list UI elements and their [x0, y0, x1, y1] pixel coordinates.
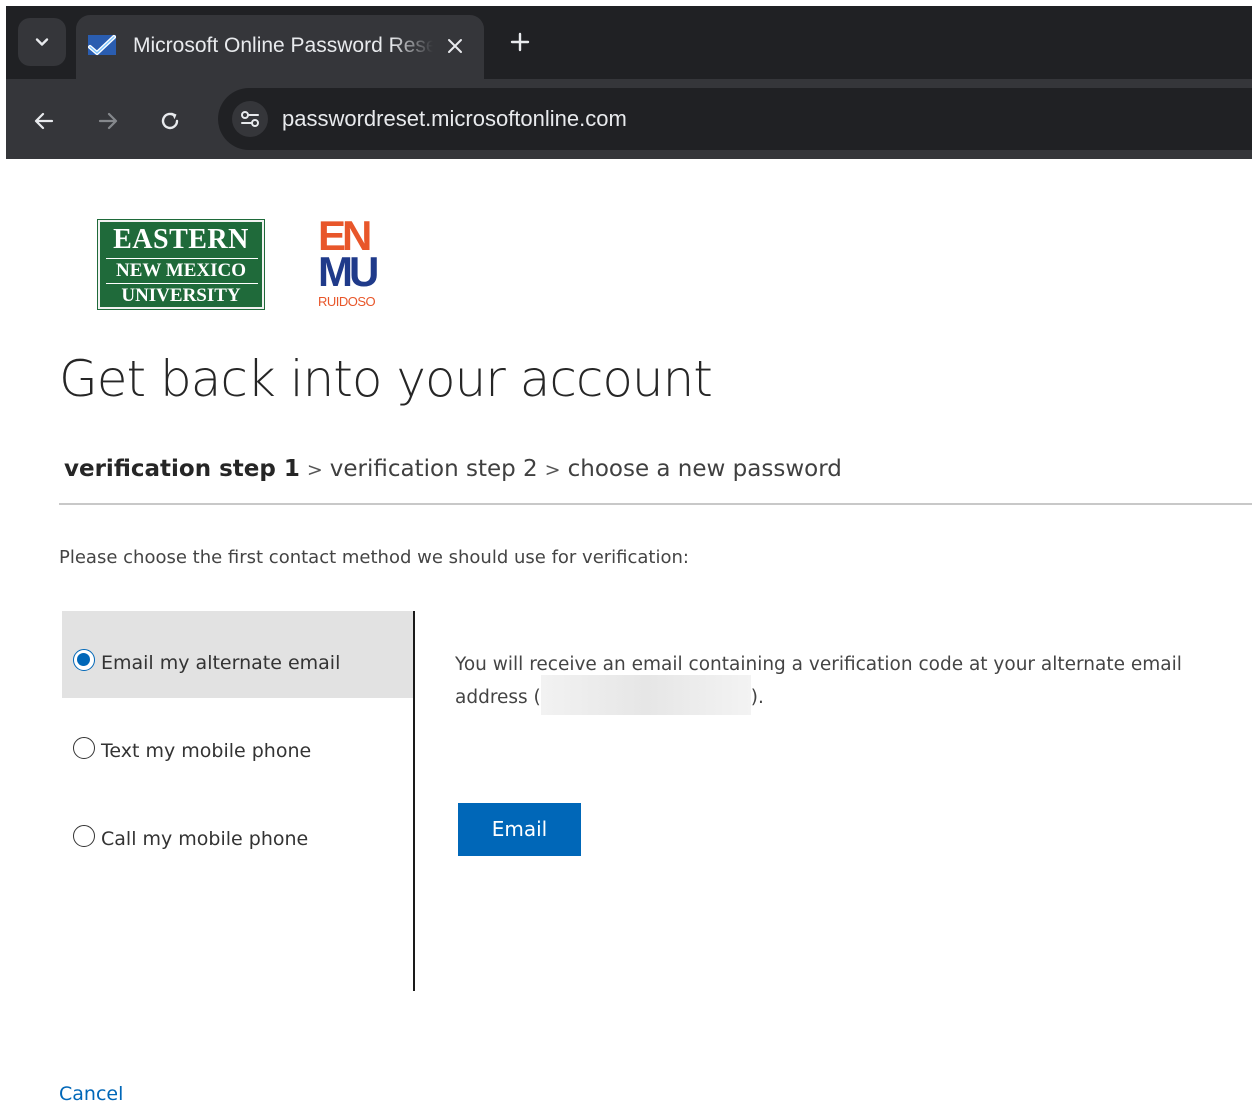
plus-icon [510, 32, 530, 52]
tab-strip: Microsoft Online Password Reset [6, 6, 1252, 79]
step-separator: > [544, 459, 561, 481]
option-label: Text my mobile phone [101, 740, 312, 762]
description-text-end: ). [750, 687, 764, 708]
address-bar[interactable]: passwordreset.microsoftonline.com [218, 88, 1252, 150]
tab-search-button[interactable] [18, 18, 66, 66]
option-email-alternate[interactable]: Email my alternate email [62, 611, 413, 698]
logo-line-eastern: EASTERN [113, 224, 249, 255]
cancel-link[interactable]: Cancel [59, 1080, 123, 1104]
email-button[interactable]: Email [458, 803, 581, 856]
radio-call-mobile[interactable] [73, 825, 95, 847]
new-tab-button[interactable] [504, 26, 536, 58]
tune-icon [241, 111, 259, 127]
browser-toolbar: passwordreset.microsoftonline.com [6, 79, 1252, 159]
enmu-ruidoso-logo: EN MU RUIDOSO [318, 215, 390, 310]
chevron-down-icon [35, 38, 49, 46]
url-text: passwordreset.microsoftonline.com [282, 106, 627, 131]
logo-line-new-mexico: NEW MEXICO [115, 260, 247, 281]
back-button[interactable] [26, 103, 62, 139]
verification-steps-breadcrumb: verification step 1 > verification step 2 >… [64, 453, 842, 486]
radio-text-mobile[interactable] [73, 737, 95, 759]
eastern-new-mexico-university-logo: EASTERN NEW MEXICO UNIVERSITY [97, 219, 265, 310]
step-verification-1: verification step 1 [64, 456, 300, 482]
tab-close-button[interactable] [441, 32, 469, 60]
arrow-left-icon [34, 112, 54, 130]
arrow-right-icon [98, 112, 118, 130]
page-title: Get back into your account [59, 350, 713, 408]
enmu-logo-ruidoso: RUIDOSO [318, 294, 376, 309]
logo-line-university: UNIVERSITY [121, 285, 241, 306]
close-icon [448, 39, 462, 53]
step-separator: > [306, 459, 323, 481]
option-label: Email my alternate email [101, 652, 341, 674]
step-verification-2: verification step 2 [329, 456, 538, 482]
instructions-text: Please choose the first contact method w… [59, 547, 689, 568]
contact-method-list: Email my alternate email Text my mobile … [62, 611, 415, 991]
method-description: You will receive an email containing a v… [455, 648, 1215, 715]
option-text-mobile[interactable]: Text my mobile phone [62, 699, 413, 786]
browser-tab[interactable]: Microsoft Online Password Reset [76, 15, 484, 79]
tab-title: Microsoft Online Password Reset [133, 34, 433, 57]
forward-button[interactable] [90, 103, 126, 139]
step-choose-password: choose a new password [567, 456, 842, 482]
microsoft-password-reset-icon [88, 35, 116, 55]
site-info-button[interactable] [232, 101, 268, 137]
reload-icon [161, 112, 179, 130]
reload-button[interactable] [152, 103, 188, 139]
redacted-email-address [540, 675, 751, 715]
option-call-mobile[interactable]: Call my mobile phone [62, 787, 413, 874]
steps-divider [59, 503, 1252, 505]
browser-window: Microsoft Online Password Reset password… [6, 6, 1252, 159]
option-label: Call my mobile phone [101, 828, 309, 850]
radio-email-alternate[interactable] [73, 649, 95, 671]
enmu-logo-row-mu: MU [318, 248, 379, 295]
